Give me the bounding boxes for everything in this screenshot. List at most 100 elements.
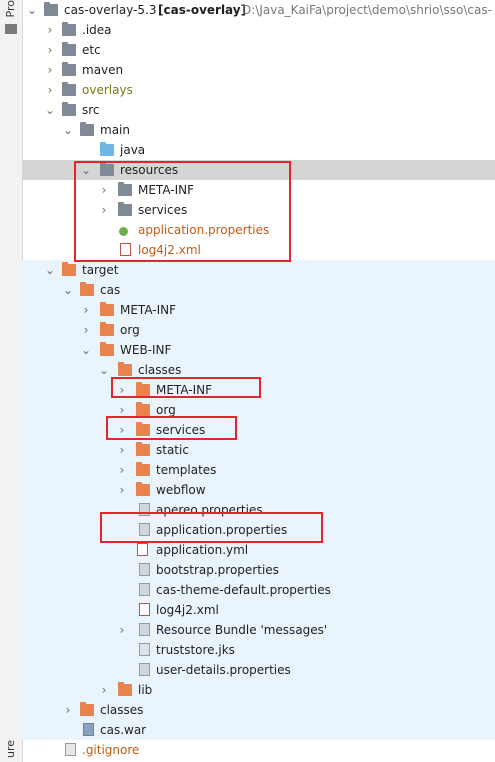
war-file-icon	[83, 723, 94, 736]
tree-row[interactable]: › maven	[22, 60, 495, 80]
tree-row[interactable]: apereo.properties	[22, 500, 495, 520]
tree-row[interactable]: › static	[22, 440, 495, 460]
chevron-right-icon[interactable]: ›	[44, 80, 56, 100]
project-tool-icon[interactable]	[5, 24, 17, 34]
tree-row[interactable]: truststore.jks	[22, 640, 495, 660]
chevron-down-icon[interactable]: ⌄	[44, 260, 56, 280]
tree-row[interactable]: .gitignore	[22, 740, 495, 760]
tree-item-label: src	[82, 103, 100, 117]
tree-row[interactable]: java	[22, 140, 495, 160]
tree-row[interactable]: cas-theme-default.properties	[22, 580, 495, 600]
chevron-right-icon[interactable]: ›	[98, 200, 110, 220]
chevron-right-icon[interactable]: ›	[44, 20, 56, 40]
tree-row[interactable]: › webflow	[22, 480, 495, 500]
tree-row[interactable]: ⌄ src	[22, 100, 495, 120]
excluded-folder-icon	[136, 482, 150, 496]
tree-item-label: application.properties	[138, 223, 270, 237]
chevron-right-icon[interactable]: ›	[116, 460, 128, 480]
chevron-down-icon[interactable]: ⌄	[62, 280, 74, 300]
tree-row[interactable]: › templates	[22, 460, 495, 480]
tree-row[interactable]: log4j2.xml	[22, 600, 495, 620]
tree-row[interactable]: › services	[22, 420, 495, 440]
tree-item-label: target	[82, 263, 119, 277]
tree-row[interactable]: › overlays	[22, 80, 495, 100]
tree-item-label: maven	[82, 63, 124, 77]
folder-icon	[62, 62, 76, 76]
tree-row[interactable]: › lib	[22, 680, 495, 700]
tree-row[interactable]: ⌄ target	[22, 260, 495, 280]
tree-item-label: org	[120, 323, 140, 337]
tree-row[interactable]: › .idea	[22, 20, 495, 40]
chevron-right-icon[interactable]: ›	[116, 620, 128, 640]
folder-icon	[62, 82, 76, 96]
folder-icon	[62, 42, 76, 56]
excluded-folder-icon	[100, 342, 114, 356]
chevron-down-icon[interactable]: ⌄	[80, 160, 92, 180]
tree-row[interactable]: log4j2.xml	[22, 240, 495, 260]
excluded-folder-icon	[136, 402, 150, 416]
tree-row[interactable]: user-details.properties	[22, 660, 495, 680]
tree-row[interactable]: ⌄ WEB-INF	[22, 340, 495, 360]
tree-row[interactable]: › META-INF	[22, 380, 495, 400]
tree-item-label: services	[138, 203, 188, 217]
tree-row[interactable]: ⌄ cas	[22, 280, 495, 300]
tree-row[interactable]: application.properties	[22, 220, 495, 240]
excluded-folder-icon	[118, 362, 132, 376]
chevron-right-icon[interactable]: ›	[44, 40, 56, 60]
chevron-down-icon[interactable]: ⌄	[62, 120, 74, 140]
tree-item-label: META-INF	[156, 383, 213, 397]
tree-row[interactable]: application.properties	[22, 520, 495, 540]
tree-row[interactable]: › META-INF	[22, 180, 495, 200]
tree-row-selected[interactable]: ⌄ resources	[22, 160, 495, 180]
properties-file-icon	[139, 563, 150, 576]
tree-row[interactable]: › Resource Bundle 'messages'	[22, 620, 495, 640]
excluded-folder-icon	[136, 462, 150, 476]
tree-item-label: apereo.properties	[156, 503, 263, 517]
tree-item-label: log4j2.xml	[138, 243, 201, 257]
project-tool-window-stripe[interactable]: Pro ure	[0, 0, 23, 762]
tree-row[interactable]: ⌄ classes	[22, 360, 495, 380]
tree-row[interactable]: application.yml	[22, 540, 495, 560]
tree-row[interactable]: cas.war	[22, 720, 495, 740]
folder-icon	[118, 182, 132, 196]
tree-row[interactable]: ⌄ main	[22, 120, 495, 140]
tree-item-label: user-details.properties	[156, 663, 291, 677]
root-module: [cas-overlay]	[158, 3, 247, 17]
chevron-down-icon[interactable]: ⌄	[26, 0, 38, 20]
tree-row[interactable]: › etc	[22, 40, 495, 60]
project-tab-label[interactable]: Pro	[4, 0, 17, 17]
tree-item-label: cas.war	[100, 723, 147, 737]
chevron-down-icon[interactable]: ⌄	[98, 360, 110, 380]
chevron-down-icon[interactable]: ⌄	[44, 100, 56, 120]
chevron-right-icon[interactable]: ›	[116, 380, 128, 400]
tree-item-label: webflow	[156, 483, 206, 497]
tree-row[interactable]: › META-INF	[22, 300, 495, 320]
excluded-folder-icon	[136, 382, 150, 396]
tree-item-label: resources	[120, 163, 179, 177]
tree-row-root[interactable]: ⌄ cas-overlay-5.3 [cas-overlay] D:\Java_…	[22, 0, 495, 20]
resources-folder-icon	[100, 162, 114, 176]
chevron-right-icon[interactable]: ›	[116, 420, 128, 440]
chevron-right-icon[interactable]: ›	[116, 440, 128, 460]
chevron-right-icon[interactable]: ›	[116, 400, 128, 420]
tree-item-label: classes	[100, 703, 144, 717]
tree-row[interactable]: › classes	[22, 700, 495, 720]
tree-row[interactable]: › org	[22, 320, 495, 340]
chevron-right-icon[interactable]: ›	[62, 700, 74, 720]
structure-tab-label[interactable]: ure	[4, 740, 17, 758]
chevron-right-icon[interactable]: ›	[98, 680, 110, 700]
tree-item-label: WEB-INF	[120, 343, 172, 357]
jks-file-icon	[139, 643, 150, 656]
chevron-right-icon[interactable]: ›	[116, 480, 128, 500]
tree-row[interactable]: › services	[22, 200, 495, 220]
chevron-right-icon[interactable]: ›	[80, 300, 92, 320]
tree-row[interactable]: › org	[22, 400, 495, 420]
tree-item-label: truststore.jks	[156, 643, 235, 657]
excluded-folder-icon	[118, 682, 132, 696]
properties-file-icon	[139, 503, 150, 516]
chevron-right-icon[interactable]: ›	[98, 180, 110, 200]
chevron-down-icon[interactable]: ⌄	[80, 340, 92, 360]
chevron-right-icon[interactable]: ›	[80, 320, 92, 340]
chevron-right-icon[interactable]: ›	[44, 60, 56, 80]
tree-row[interactable]: bootstrap.properties	[22, 560, 495, 580]
